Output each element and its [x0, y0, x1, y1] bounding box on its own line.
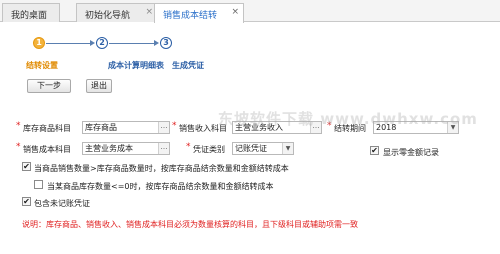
- tab-bar: 我的桌面 初始化导航 × 销售成本结转 ×: [0, 0, 500, 23]
- cost-subject-field[interactable]: 主营业务成本 …: [82, 142, 170, 155]
- option-stock-zero-label: 当某商品库存数量<=0时，按库存商品结余数量和金额结转成本: [47, 182, 274, 191]
- step-2-label: 成本计算明细表: [108, 61, 164, 70]
- step-3-icon: 3: [160, 37, 172, 49]
- inventory-subject-label: 库存商品科目: [23, 124, 71, 133]
- inventory-subject-field[interactable]: 库存商品 …: [82, 121, 170, 134]
- include-unposted-checkbox[interactable]: ✔: [22, 197, 31, 206]
- next-button[interactable]: 下一步: [27, 79, 71, 93]
- required-mark: *: [16, 121, 21, 131]
- tab-sales-cost-carryover[interactable]: 销售成本结转 ×: [154, 3, 244, 23]
- cost-subject-label: 销售成本科目: [23, 145, 71, 154]
- step-2-icon: 2: [96, 37, 108, 49]
- show-zero-checkbox[interactable]: ✔: [370, 146, 379, 155]
- voucher-type-value: 记账凭证: [235, 144, 267, 153]
- step-1-icon: 1: [33, 37, 45, 49]
- ellipsis-icon[interactable]: …: [158, 143, 169, 154]
- option-stock-zero-checkbox[interactable]: [34, 180, 43, 189]
- close-icon[interactable]: ×: [145, 7, 153, 17]
- tab-label: 初始化导航: [85, 11, 131, 21]
- required-mark: *: [186, 142, 191, 152]
- voucher-type-label: 凭证类别: [193, 145, 225, 154]
- tab-my-desktop[interactable]: 我的桌面: [2, 3, 60, 22]
- required-mark: *: [16, 142, 21, 152]
- close-icon[interactable]: ×: [231, 7, 239, 17]
- tab-init-navigation[interactable]: 初始化导航 ×: [76, 3, 158, 22]
- chevron-down-icon[interactable]: ▼: [282, 143, 293, 154]
- arrow-right-icon: [154, 40, 159, 46]
- cost-subject-value: 主营业务成本: [85, 144, 133, 153]
- option-qty-greater-label: 当商品销售数量>库存商品数量时，按库存商品结余数量和金额结转成本: [34, 164, 289, 173]
- watermark: 东坡软件下载 www.dwhxw.com: [218, 110, 478, 128]
- required-mark: *: [172, 121, 177, 131]
- tab-label: 销售成本结转: [163, 11, 218, 21]
- instruction-note: 说明：库存商品、销售收入、销售成本科目必须为数量核算的科目，且下级科目或辅助项需…: [22, 220, 358, 229]
- ellipsis-icon[interactable]: …: [158, 122, 169, 133]
- arrow-right-icon: [90, 40, 95, 46]
- step-connector: [109, 43, 154, 44]
- step-connector: [46, 43, 90, 44]
- exit-button[interactable]: 退出: [86, 79, 112, 93]
- step-1-label: 结转设置: [26, 61, 58, 70]
- show-zero-label: 显示零金额记录: [383, 148, 439, 157]
- inventory-subject-value: 库存商品: [85, 123, 117, 132]
- tab-label: 我的桌面: [11, 11, 48, 21]
- step-3-label: 生成凭证: [172, 61, 204, 70]
- voucher-type-select[interactable]: 记账凭证 ▼: [232, 142, 294, 155]
- include-unposted-label: 包含未记账凭证: [34, 199, 90, 208]
- option-qty-greater-checkbox[interactable]: ✔: [22, 162, 31, 171]
